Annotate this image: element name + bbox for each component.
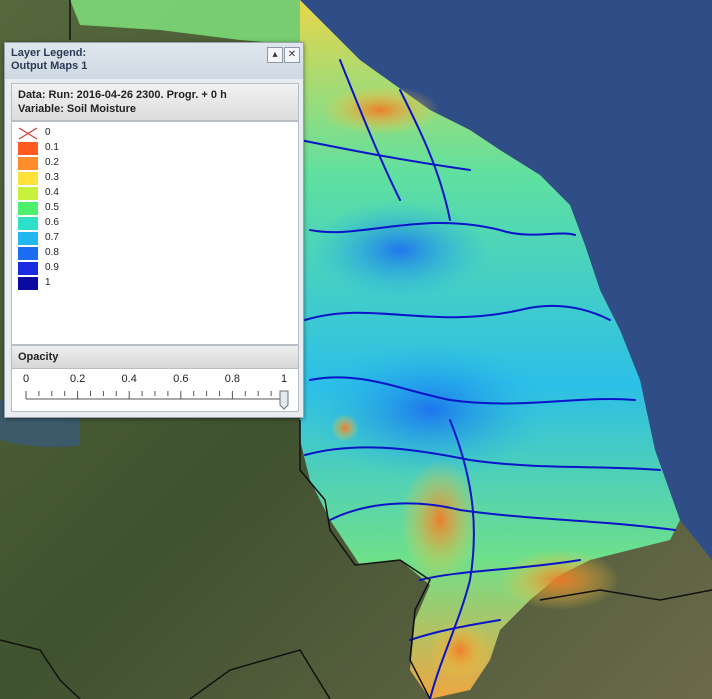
legend-label: 0.8	[45, 247, 59, 258]
legend-item: 0.2	[18, 156, 138, 171]
close-icon[interactable]: ✕	[284, 47, 300, 63]
legend-item: 0.4	[18, 186, 138, 201]
legend-swatch	[18, 232, 38, 245]
legend-color-scale: 0 0.1 0.2 0.3 0.4 0.5 0.6 0.7 0.8 0.9 1	[11, 121, 299, 345]
legend-swatch	[18, 142, 38, 155]
legend-label: 0.2	[45, 157, 59, 168]
legend-item: 0	[18, 126, 138, 141]
legend-header[interactable]: Layer Legend: Output Maps 1 ▴ ✕	[5, 43, 303, 79]
legend-item: 0.6	[18, 216, 138, 231]
opacity-tick-label: 0.2	[69, 373, 86, 385]
legend-swatch	[18, 247, 38, 260]
opacity-tick-label: 0.8	[224, 373, 241, 385]
legend-label: 0.6	[45, 217, 59, 228]
legend-swatch	[18, 187, 38, 200]
opacity-heading: Opacity	[18, 351, 59, 363]
legend-item: 0.5	[18, 201, 138, 216]
legend-swatch	[18, 157, 38, 170]
opacity-slider-area: 0 0.2 0.4 0.6 0.8 1	[11, 368, 299, 412]
legend-label: 0.1	[45, 142, 59, 153]
legend-item: 1	[18, 276, 138, 291]
legend-label: 0.5	[45, 202, 59, 213]
legend-info: Data: Run: 2016-04-26 2300. Progr. + 0 h…	[11, 83, 299, 121]
legend-item: 0.9	[18, 261, 138, 276]
variable-label: Variable: Soil Moisture	[18, 103, 136, 115]
collapse-button[interactable]: ▴	[267, 47, 283, 63]
legend-label: 0	[45, 127, 51, 138]
opacity-tick-label: 0.4	[121, 373, 137, 385]
legend-swatch	[18, 172, 38, 185]
wet-zone-north	[310, 200, 490, 300]
dry-zone-east	[500, 550, 620, 610]
dry-spot	[331, 414, 359, 442]
legend-item: 0.1	[18, 141, 138, 156]
wet-zone	[310, 340, 550, 480]
legend-item: 0.8	[18, 246, 138, 261]
legend-label: 1	[45, 277, 51, 288]
legend-swatch	[18, 202, 38, 215]
legend-label: 0.9	[45, 262, 59, 273]
legend-swatch	[18, 262, 38, 275]
legend-item: 0.7	[18, 231, 138, 246]
legend-swatch	[18, 127, 38, 140]
legend-swatch	[18, 277, 38, 290]
legend-swatch	[18, 217, 38, 230]
opacity-tick-label: 0	[22, 373, 30, 385]
legend-title: Layer Legend: Output Maps 1	[11, 47, 88, 72]
legend-label: 0.7	[45, 232, 59, 243]
opacity-tick-label: 1	[280, 373, 288, 385]
layer-legend-panel[interactable]: Layer Legend: Output Maps 1 ▴ ✕ Data: Ru…	[4, 42, 304, 418]
opacity-slider[interactable]	[12, 369, 298, 411]
data-run-label: Data: Run: 2016-04-26 2300. Progr. + 0 h	[18, 89, 227, 101]
dry-zone-north	[320, 85, 440, 135]
opacity-header: Opacity	[11, 345, 299, 369]
legend-item: 0.3	[18, 171, 138, 186]
legend-label: 0.4	[45, 187, 59, 198]
slider-thumb[interactable]	[279, 390, 289, 410]
opacity-tick-label: 0.6	[173, 373, 189, 385]
legend-label: 0.3	[45, 172, 59, 183]
